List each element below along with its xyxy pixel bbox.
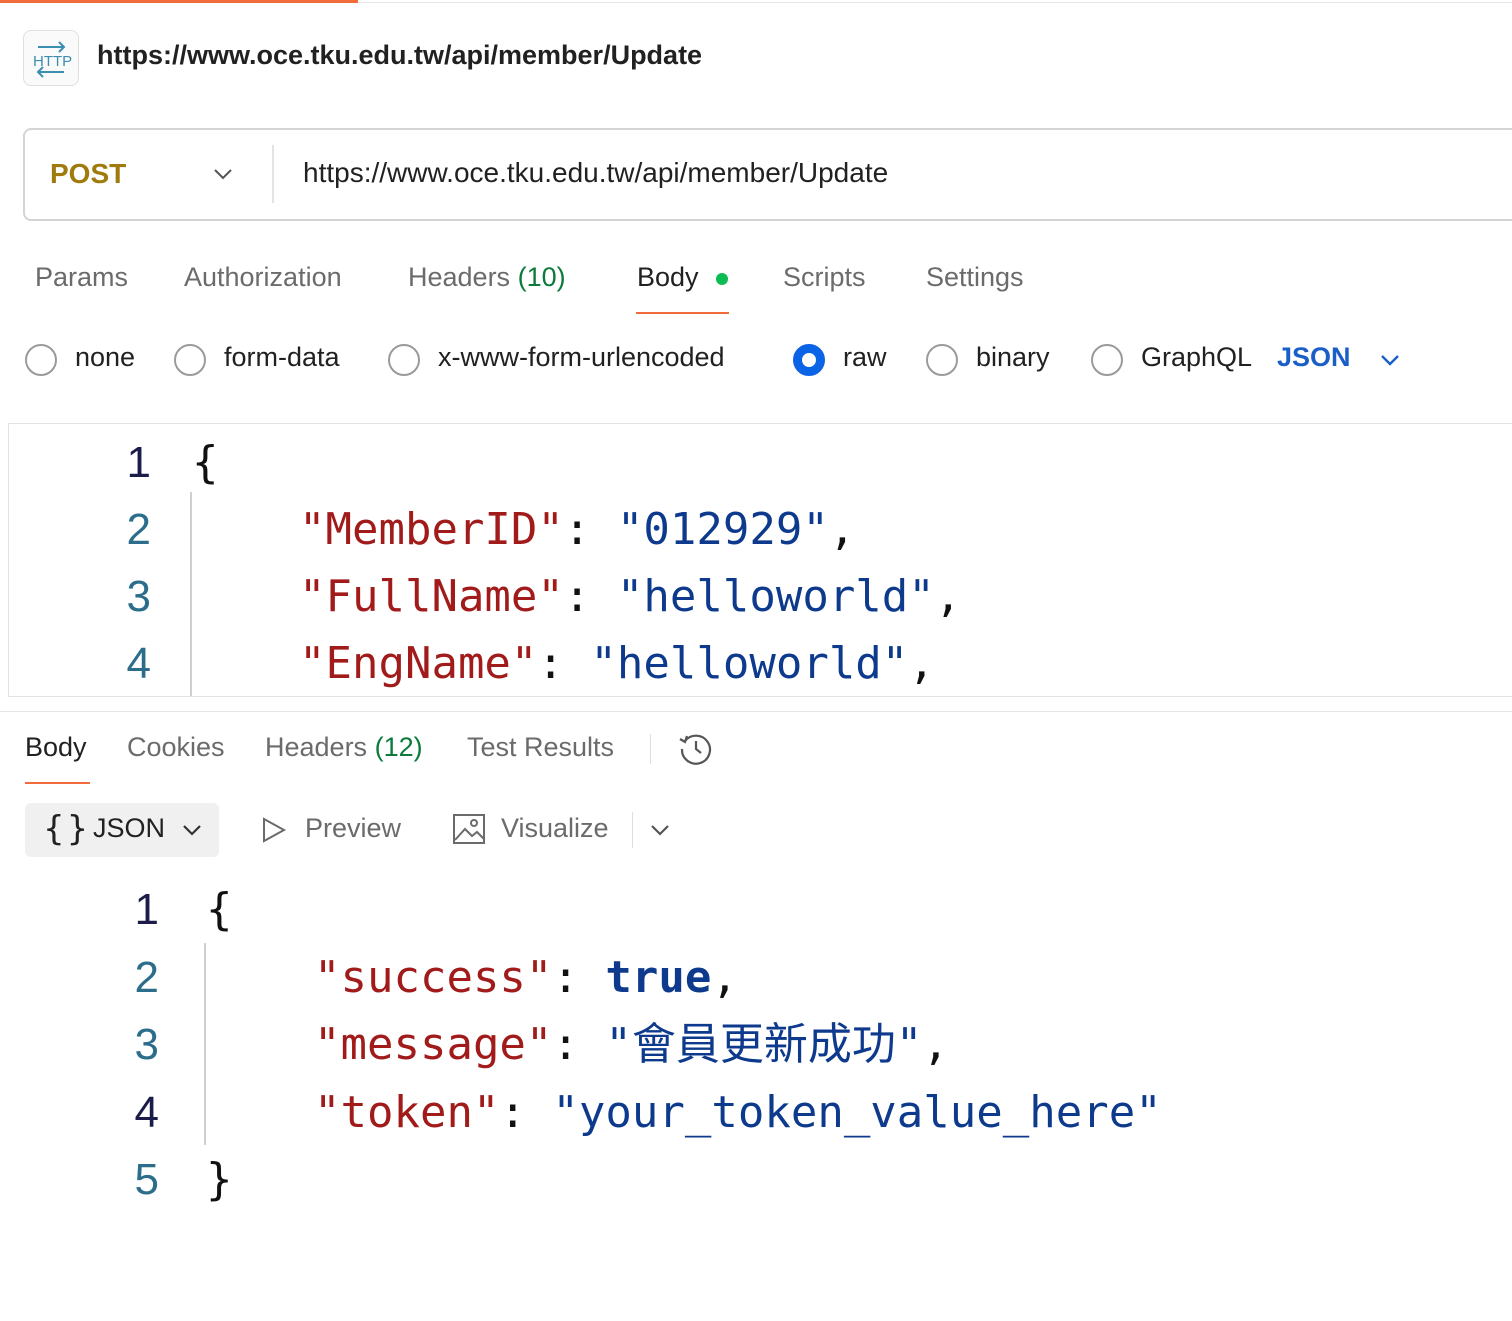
radio-binary[interactable] [926, 344, 958, 376]
json-value: "helloworld" [616, 571, 935, 622]
response-tab-body[interactable]: Body [25, 732, 87, 763]
json-colon: : [552, 1019, 606, 1070]
radio-form-data-label[interactable]: form-data [224, 342, 340, 373]
tab-body[interactable]: Body [637, 262, 699, 293]
visualize-button[interactable]: Visualize [501, 813, 609, 844]
line-number: 5 [134, 1155, 159, 1204]
line-number: 4 [134, 1088, 159, 1137]
json-colon: : [499, 1087, 553, 1138]
code-line: "EngName": "helloworld", [299, 642, 935, 686]
chevron-down-icon[interactable] [1378, 348, 1402, 377]
chevron-down-icon [180, 818, 204, 847]
indent-guide [204, 943, 206, 1145]
chevron-down-icon[interactable] [212, 163, 234, 190]
code-line: "token": "your_token_value_here" [314, 1091, 1162, 1135]
json-comma: , [711, 952, 738, 1003]
json-comma: , [922, 1019, 949, 1070]
code-open-brace: { [206, 884, 233, 935]
radio-none[interactable] [25, 344, 57, 376]
response-tab-body-underline [25, 782, 90, 784]
json-value: true [605, 952, 712, 1003]
radio-graphql[interactable] [1091, 344, 1123, 376]
json-colon: : [537, 638, 591, 689]
radio-urlencoded[interactable] [388, 344, 420, 376]
json-value: "會員更新成功" [605, 1019, 923, 1070]
json-comma: , [828, 504, 856, 555]
request-title[interactable]: https://www.oce.tku.edu.tw/api/member/Up… [97, 40, 702, 71]
json-key: "FullName" [299, 571, 564, 622]
tab-headers-count: (10) [517, 262, 566, 292]
code-line: "MemberID": "012929", [299, 508, 855, 552]
json-key: "MemberID" [299, 504, 564, 555]
response-tab-headers[interactable]: Headers (12) [265, 732, 423, 763]
tab-scripts[interactable]: Scripts [783, 262, 866, 293]
radio-none-label[interactable]: none [75, 342, 135, 373]
json-key: "success" [314, 952, 553, 1003]
json-value: "012929" [616, 504, 829, 555]
json-colon: : [563, 571, 617, 622]
json-key: "message" [314, 1019, 553, 1070]
response-tab-headers-label: Headers [265, 732, 368, 762]
tab-strip-border [358, 2, 1512, 3]
tab-body-underline [636, 312, 729, 314]
http-icon: HTTP [23, 30, 79, 86]
code-line: "FullName": "helloworld", [299, 575, 961, 619]
tab-settings[interactable]: Settings [926, 262, 1024, 293]
tab-headers[interactable]: Headers (10) [408, 262, 566, 293]
radio-form-data[interactable] [174, 344, 206, 376]
response-tab-cookies[interactable]: Cookies [127, 732, 225, 763]
body-modified-dot [716, 273, 728, 285]
json-comma: , [908, 638, 935, 689]
indent-guide [190, 492, 192, 696]
json-comma: , [934, 571, 962, 622]
active-tab-indicator [0, 0, 358, 3]
play-icon [258, 815, 288, 850]
response-tab-headers-count: (12) [374, 732, 423, 762]
response-tab-test-results[interactable]: Test Results [467, 732, 614, 763]
toolbar-divider [650, 734, 651, 764]
code-line: "success": true, [314, 956, 738, 1000]
response-body-viewer[interactable]: 1 2 3 4 5 { "success": true, "message": … [0, 870, 1512, 1321]
code-line: "message": "會員更新成功", [314, 1023, 949, 1067]
method-select[interactable]: POST [50, 158, 126, 190]
pane-divider[interactable] [0, 711, 1512, 712]
toolbar-divider [632, 812, 633, 848]
line-number: 2 [134, 953, 159, 1002]
response-format-label: JSON [93, 813, 166, 843]
history-icon[interactable] [676, 729, 716, 774]
url-divider [272, 145, 274, 203]
raw-format-select[interactable]: JSON [1277, 342, 1351, 373]
radio-graphql-label[interactable]: GraphQL [1141, 342, 1252, 373]
json-colon: : [563, 504, 617, 555]
tab-params[interactable]: Params [35, 262, 128, 293]
json-value: "your_token_value_here" [552, 1087, 1162, 1138]
line-number: 4 [126, 639, 151, 688]
json-key: "EngName" [299, 638, 538, 689]
radio-urlencoded-label[interactable]: x-www-form-urlencoded [438, 342, 725, 373]
preview-button[interactable]: Preview [305, 813, 401, 844]
tab-headers-label: Headers [408, 262, 511, 292]
image-icon [452, 812, 486, 851]
chevron-down-icon[interactable] [648, 818, 672, 847]
radio-binary-label[interactable]: binary [976, 342, 1050, 373]
tab-authorization[interactable]: Authorization [184, 262, 342, 293]
line-number: 1 [134, 885, 159, 934]
code-close-brace: } [206, 1154, 233, 1205]
line-number: 1 [126, 438, 151, 487]
code-open-brace: { [192, 437, 219, 488]
radio-raw[interactable] [793, 344, 825, 376]
url-input[interactable]: https://www.oce.tku.edu.tw/api/member/Up… [303, 157, 888, 189]
line-number: 3 [134, 1020, 159, 1069]
http-icon-text: HTTP [33, 53, 72, 70]
braces-icon: {} [43, 809, 91, 849]
json-colon: : [552, 952, 606, 1003]
json-value: "helloworld" [590, 638, 909, 689]
line-number: 2 [126, 505, 151, 554]
json-key: "token" [314, 1087, 500, 1138]
radio-raw-label[interactable]: raw [843, 342, 887, 373]
request-body-editor[interactable]: 1 2 3 4 { "MemberID": "012929", "FullNam… [8, 423, 1512, 697]
line-number: 3 [126, 572, 151, 621]
